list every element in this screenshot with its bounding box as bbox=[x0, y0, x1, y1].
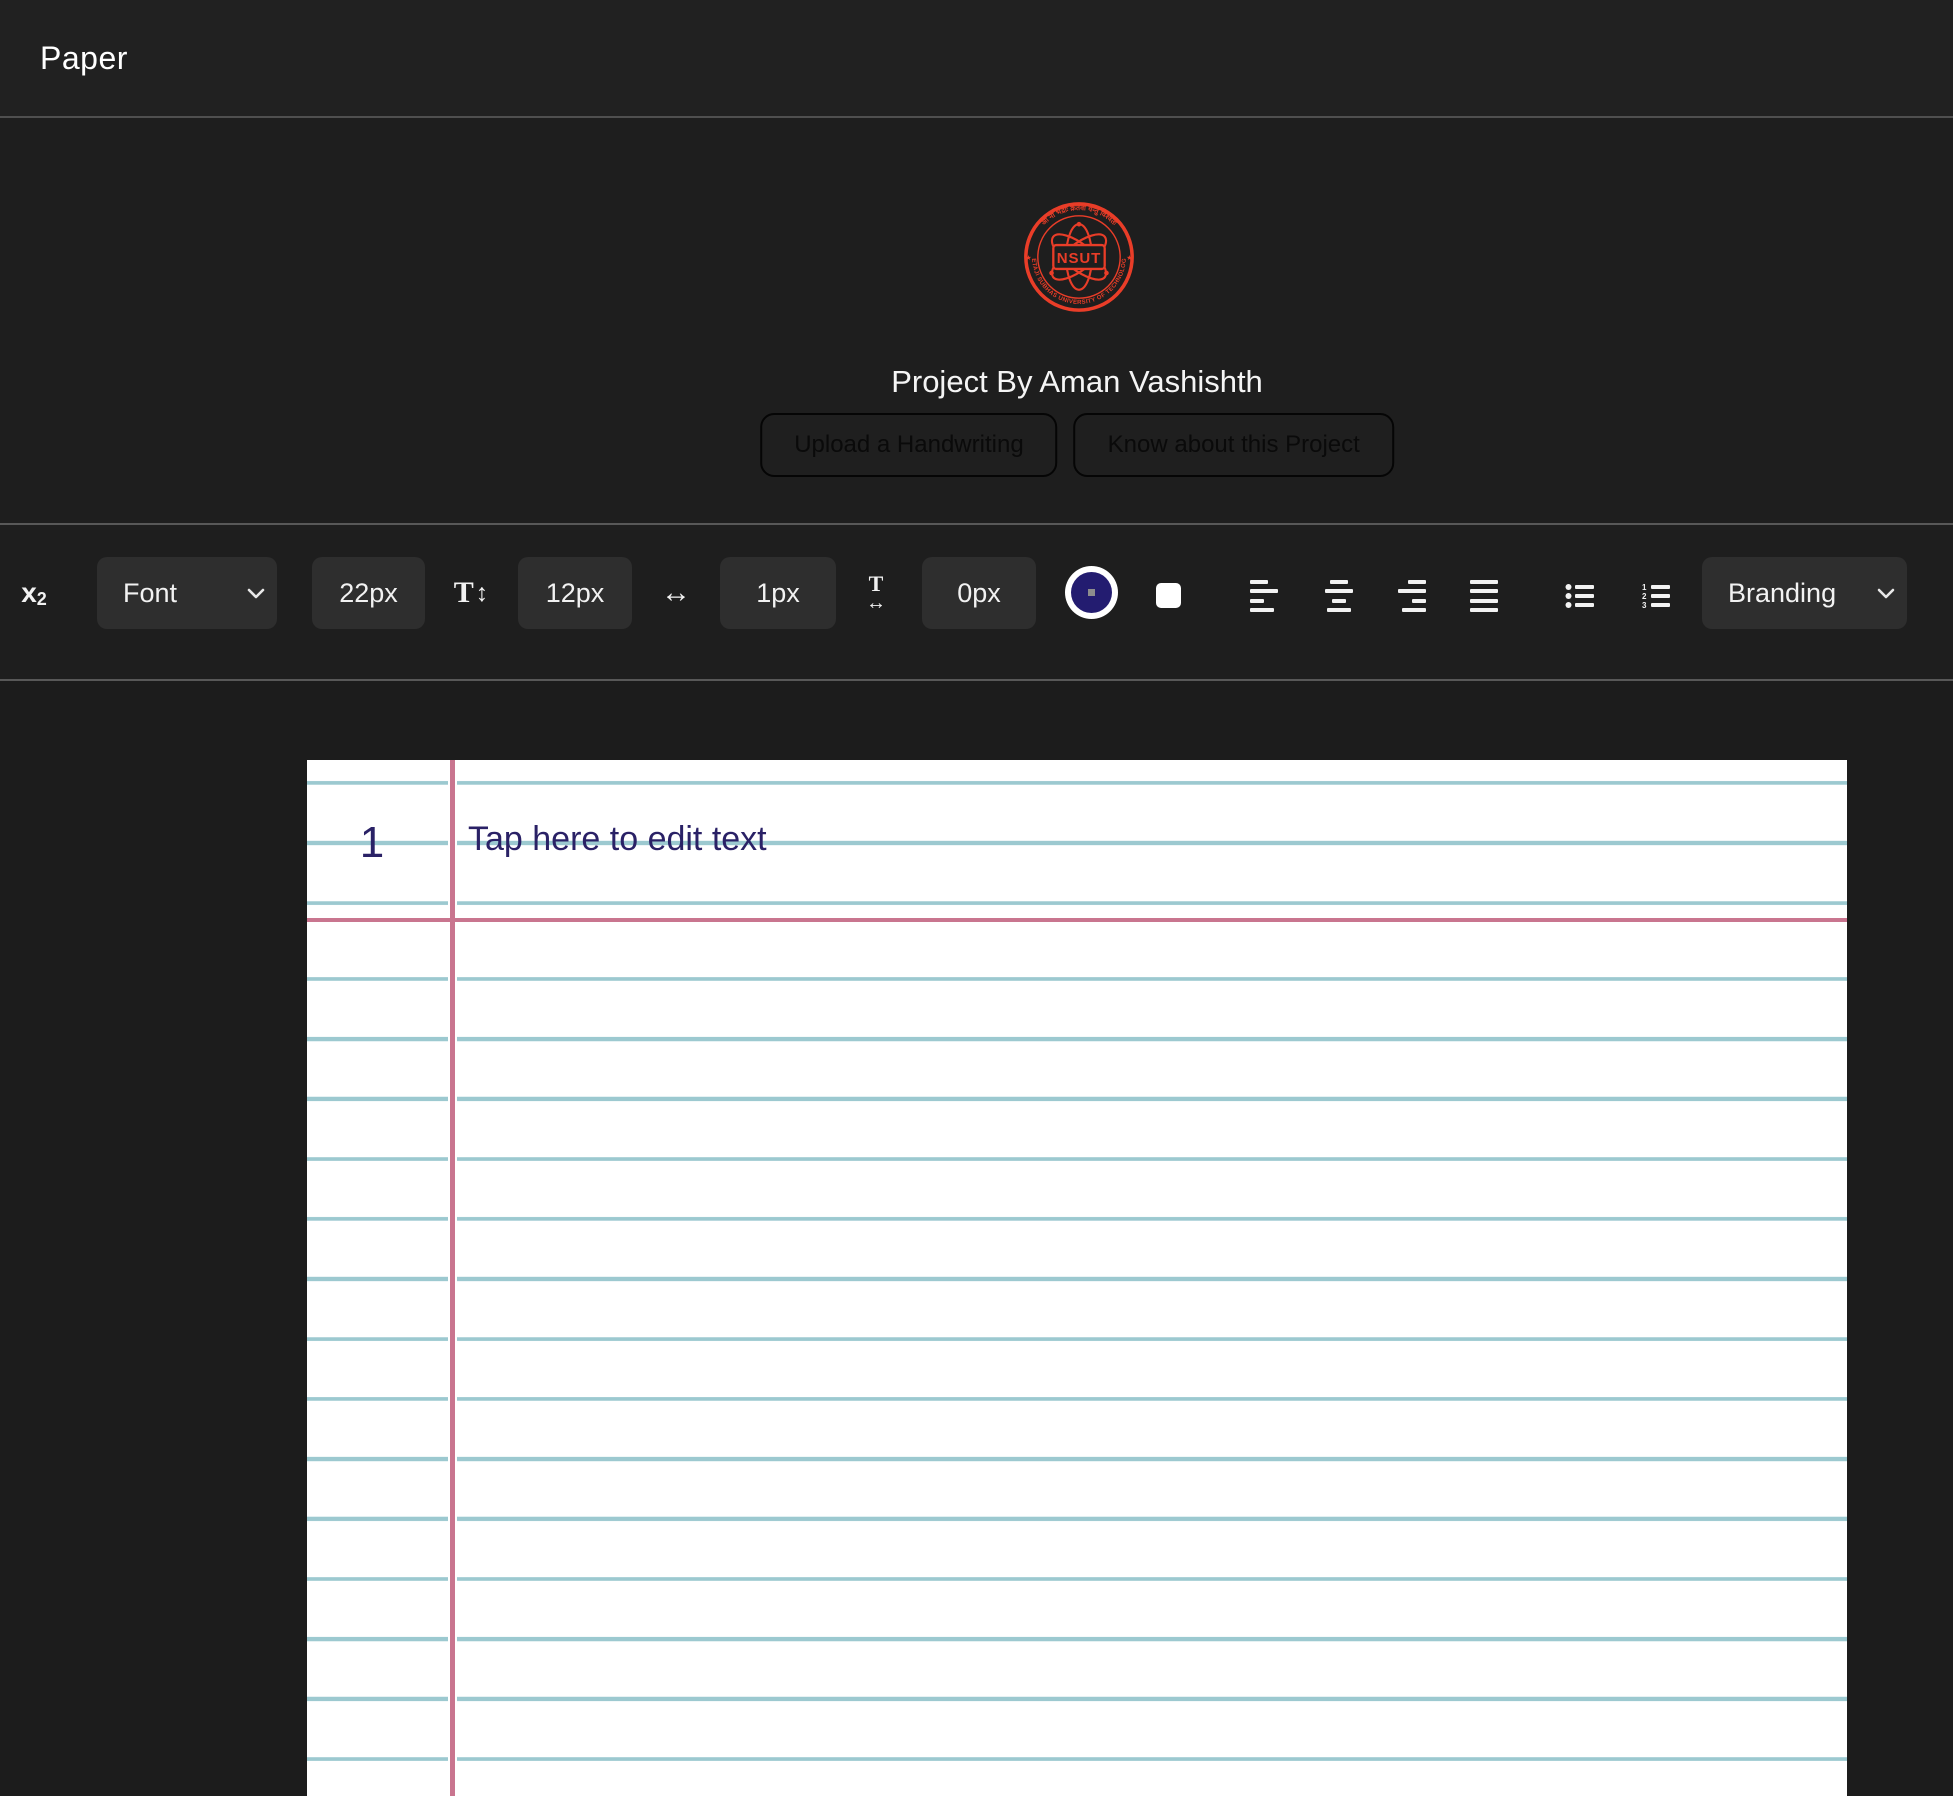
paper-sheet[interactable]: 1 Tap here to edit text bbox=[307, 760, 1847, 1796]
bullet-list-button[interactable] bbox=[1564, 581, 1596, 611]
word-spacing-input[interactable] bbox=[922, 557, 1036, 629]
paper-header-rule bbox=[307, 918, 1847, 922]
editor-workspace: 1 Tap here to edit text bbox=[0, 681, 1953, 1796]
font-height-icon: T bbox=[454, 576, 474, 610]
font-family-select[interactable]: Font bbox=[97, 557, 277, 629]
align-left-button[interactable] bbox=[1250, 579, 1278, 613]
formatting-toolbar: x2 Font T↕ ↔ T ↔ bbox=[0, 523, 1953, 681]
paper-color-swatch[interactable] bbox=[1156, 583, 1181, 608]
word-spacing-button[interactable]: T ↔ bbox=[856, 557, 896, 629]
upload-handwriting-button[interactable]: Upload a Handwriting bbox=[760, 413, 1057, 477]
vertical-arrow-icon: ↕ bbox=[476, 579, 489, 608]
project-byline: Project By Aman Vashishth bbox=[891, 364, 1263, 400]
about-project-button[interactable]: Know about this Project bbox=[1074, 413, 1394, 477]
svg-text:2: 2 bbox=[1642, 592, 1647, 601]
nsut-logo: NSUT आ नो भद्राः क्रतवो यन्तु विश्वतः NE… bbox=[1017, 195, 1141, 319]
subscript-2: 2 bbox=[37, 589, 47, 610]
numbered-list-icon: 1 2 3 bbox=[1641, 582, 1671, 610]
align-left-icon bbox=[1250, 580, 1278, 613]
align-center-button[interactable] bbox=[1325, 579, 1353, 613]
seal-star-right: ★ bbox=[1126, 254, 1132, 262]
font-height-button[interactable]: T↕ bbox=[450, 557, 492, 629]
app-header: Paper bbox=[0, 0, 1953, 118]
svg-text:3: 3 bbox=[1642, 601, 1647, 610]
seal-star-left: ★ bbox=[1025, 254, 1031, 262]
align-right-button[interactable] bbox=[1398, 579, 1426, 613]
letter-spacing-input[interactable] bbox=[720, 557, 836, 629]
bullet-list-icon bbox=[1565, 582, 1595, 610]
align-center-icon bbox=[1325, 580, 1353, 613]
paper-placeholder-text[interactable]: Tap here to edit text bbox=[468, 820, 767, 859]
nsut-abbr-text: NSUT bbox=[1057, 250, 1102, 267]
align-justify-icon bbox=[1470, 580, 1498, 613]
align-justify-button[interactable] bbox=[1470, 579, 1498, 613]
ink-color-dot bbox=[1088, 589, 1095, 596]
hero-section: NSUT आ नो भद्राः क्रतवो यन्तु विश्वतः NE… bbox=[0, 118, 1953, 523]
align-right-icon bbox=[1398, 580, 1426, 613]
font-size-input[interactable] bbox=[312, 557, 425, 629]
paper-margin-line bbox=[448, 760, 457, 1796]
branding-select[interactable]: Branding bbox=[1702, 557, 1907, 629]
word-spacing-arrow-icon: ↔ bbox=[866, 593, 886, 613]
subscript-button[interactable]: x2 bbox=[12, 557, 56, 629]
chevron-down-icon bbox=[247, 588, 265, 599]
font-family-value: Font bbox=[123, 578, 177, 609]
page-title: Paper bbox=[40, 0, 128, 116]
branding-value: Branding bbox=[1728, 578, 1836, 609]
chevron-down-icon bbox=[1877, 588, 1895, 599]
line-number: 1 bbox=[307, 818, 437, 868]
hero-buttons: Upload a Handwriting Know about this Pro… bbox=[760, 413, 1394, 477]
horizontal-arrow-icon: ↔ bbox=[656, 557, 696, 629]
svg-text:1: 1 bbox=[1642, 583, 1647, 592]
ink-color-swatch[interactable] bbox=[1065, 566, 1118, 619]
subscript-x: x bbox=[21, 577, 37, 609]
numbered-list-button[interactable]: 1 2 3 bbox=[1640, 581, 1672, 611]
line-height-input[interactable] bbox=[518, 557, 632, 629]
